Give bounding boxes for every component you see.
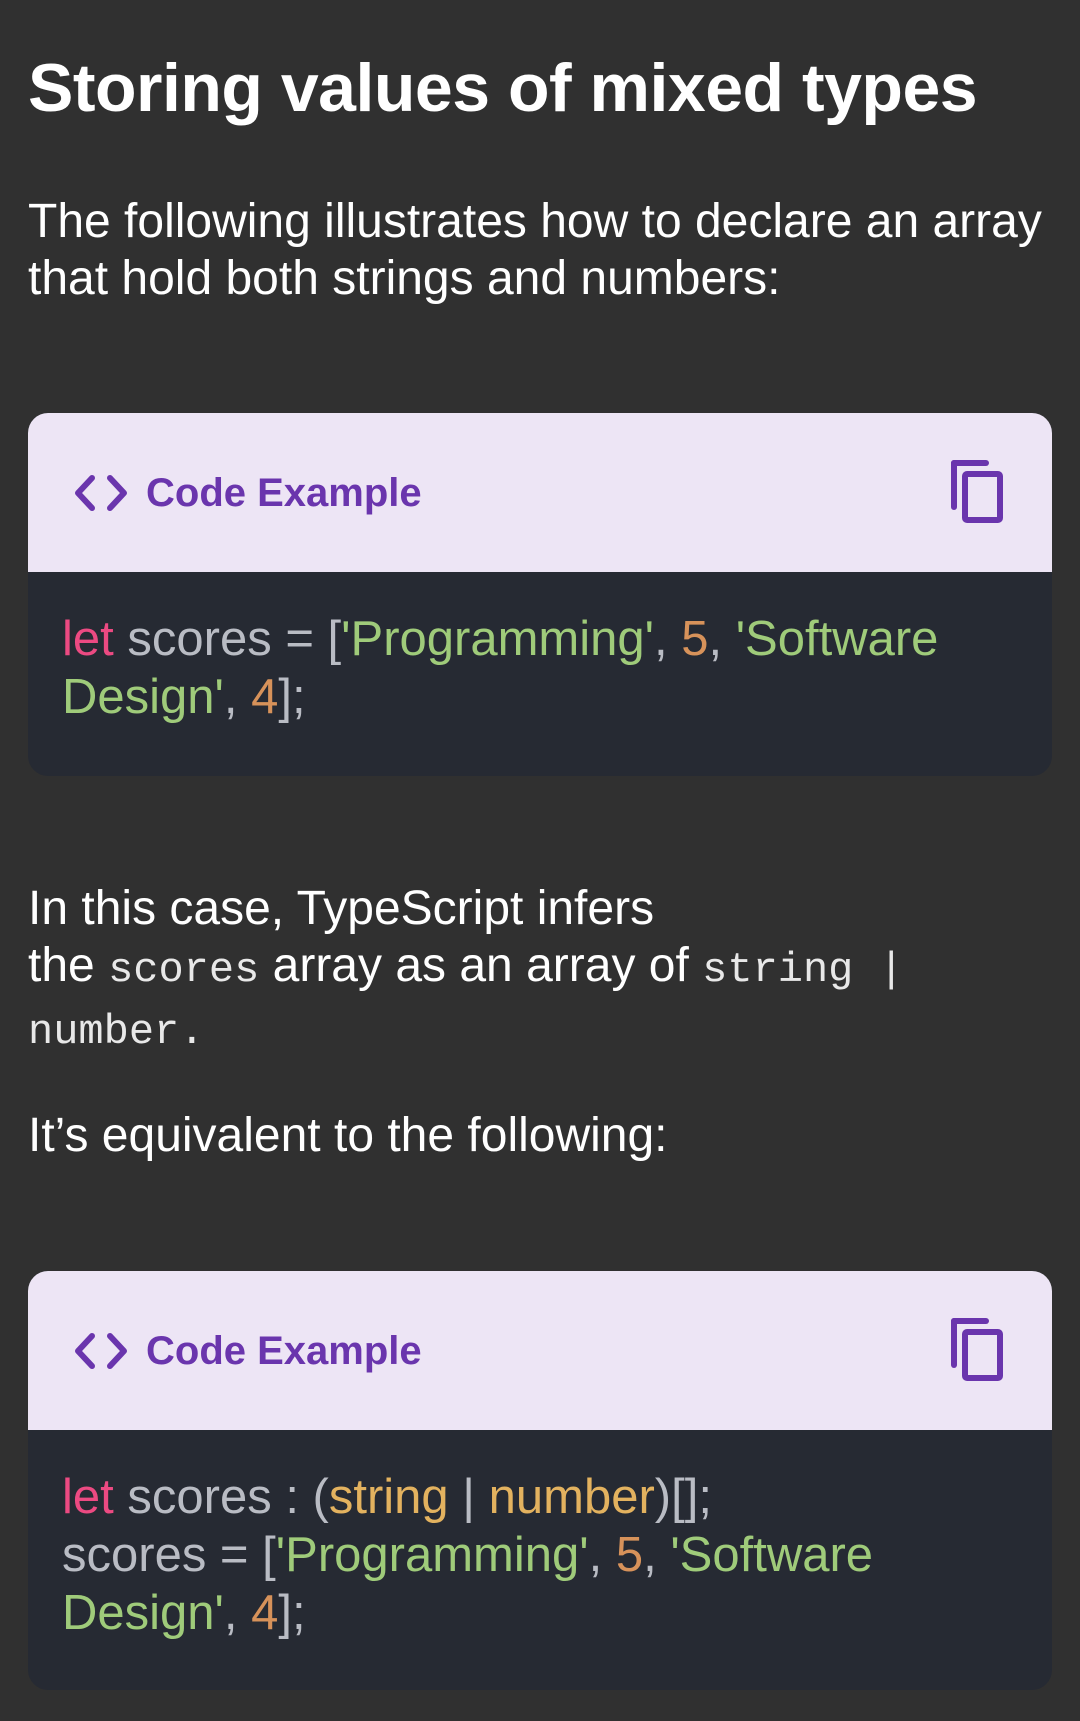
code-line: scores = ['Programming', 5, 'Software [62,1526,1018,1584]
code-example-title: Code Example [146,471,422,515]
code-token: 'Software [735,612,939,666]
inference-text-4: . [179,1008,205,1056]
code-token: 'Software [670,1528,874,1582]
code-block: let scores = ['Programming', 5, 'Softwar… [28,572,1052,726]
code-token: 'Programming' [275,1528,589,1582]
code-token: Design' [62,670,224,724]
code-token: ]; [278,1586,306,1640]
code-example-header: Code Example [28,413,1052,572]
code-example-title: Code Example [146,1329,422,1373]
code-line: Design', 4]; [62,1584,1018,1642]
code-token: , [643,1528,671,1582]
code-line: Design', 4]; [62,668,1018,726]
inline-code-scores: scores [108,946,260,994]
code-token: string [328,1470,449,1524]
code-block: let scores : (string | number)[]; scores … [28,1430,1052,1642]
code-token: Design' [62,1586,224,1640]
inference-text-3: array as an array of [259,939,703,992]
copy-icon[interactable] [948,459,1006,525]
code-token: , [223,1586,252,1640]
inference-text-2: the [28,939,109,992]
code-token: scores = [ [113,612,342,666]
code-token: 5 [615,1528,644,1582]
code-token: )[]; [654,1470,712,1524]
inference-paragraph: In this case, TypeScript infers the scor… [28,880,1048,1061]
code-token: , [653,612,682,666]
code-example-header: Code Example [28,1271,1052,1430]
code-example-card: Code Example let scores : (string | numb… [28,1271,1052,1690]
code-token: let [62,612,114,666]
code-token: ]; [278,670,306,724]
code-brackets-icon [75,1333,127,1369]
code-example-card: Code Example let scores = ['Programming'… [28,413,1052,776]
inline-code-string-union: string | [702,946,904,994]
code-line: let scores = ['Programming', 5, 'Softwar… [62,610,1018,668]
code-brackets-icon [75,475,127,511]
intro-paragraph: The following illustrates how to declare… [28,195,1042,305]
section-heading: Storing values of mixed types [28,50,978,126]
code-token: | [448,1470,489,1524]
code-token: number [488,1470,655,1524]
code-token: 4 [251,1586,279,1640]
code-token: 4 [251,670,279,724]
code-token: 'Programming' [341,612,654,666]
code-token: , [223,670,252,724]
code-line: let scores : (string | number)[]; [62,1468,1018,1526]
code-token: scores : ( [113,1470,329,1524]
inline-code-number: number [28,1008,180,1056]
article-page: Storing values of mixed types The follow… [0,0,1080,1721]
code-token: scores = [ [62,1528,276,1582]
copy-icon[interactable] [948,1317,1006,1383]
code-token: , [708,612,736,666]
code-token: let [62,1470,114,1524]
equivalent-paragraph: It’s equivalent to the following: [28,1109,668,1162]
code-token: 5 [681,612,709,666]
code-token: , [588,1528,616,1582]
inference-text-1: In this case, TypeScript infers [28,882,655,935]
